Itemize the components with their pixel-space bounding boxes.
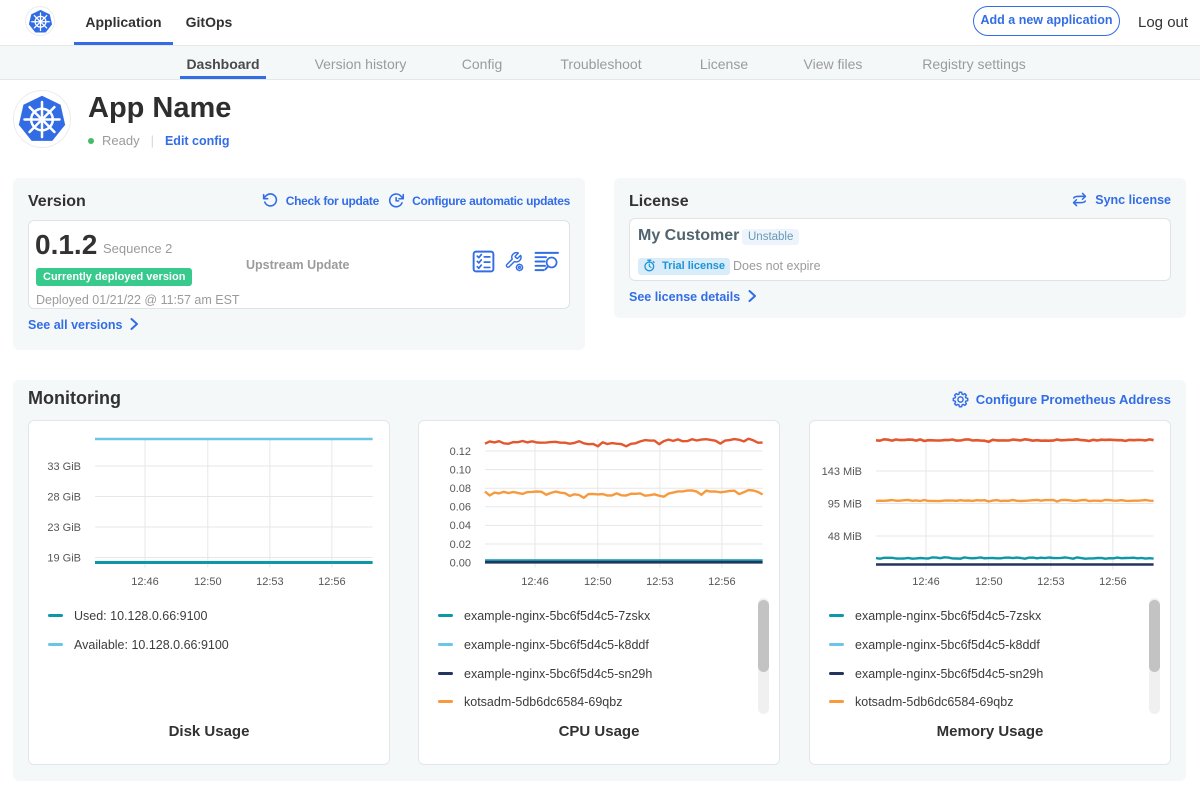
svg-text:23 GiB: 23 GiB (47, 522, 81, 534)
svg-text:33 GiB: 33 GiB (47, 461, 81, 473)
svg-text:19 GiB: 19 GiB (47, 552, 81, 564)
svg-text:0.00: 0.00 (450, 557, 471, 569)
svg-text:12:56: 12:56 (318, 576, 346, 588)
svg-text:12:50: 12:50 (975, 576, 1003, 588)
svg-text:0.02: 0.02 (450, 539, 471, 551)
svg-text:0.04: 0.04 (450, 520, 471, 532)
svg-text:48 MiB: 48 MiB (828, 531, 862, 543)
svg-text:95 MiB: 95 MiB (828, 498, 862, 510)
svg-text:0.12: 0.12 (450, 446, 471, 458)
svg-text:143 MiB: 143 MiB (822, 466, 862, 478)
svg-text:12:50: 12:50 (584, 576, 612, 588)
svg-text:0.10: 0.10 (450, 464, 471, 476)
svg-text:12:53: 12:53 (1037, 576, 1065, 588)
svg-text:12:53: 12:53 (646, 576, 674, 588)
svg-text:12:46: 12:46 (912, 576, 940, 588)
svg-text:12:46: 12:46 (131, 576, 159, 588)
svg-text:0.06: 0.06 (450, 502, 471, 514)
svg-text:12:50: 12:50 (194, 576, 222, 588)
svg-text:12:46: 12:46 (521, 576, 549, 588)
svg-text:0.08: 0.08 (450, 483, 471, 495)
svg-text:12:56: 12:56 (1099, 576, 1127, 588)
svg-text:12:56: 12:56 (708, 576, 736, 588)
svg-text:12:53: 12:53 (256, 576, 284, 588)
svg-text:28 GiB: 28 GiB (47, 491, 81, 503)
